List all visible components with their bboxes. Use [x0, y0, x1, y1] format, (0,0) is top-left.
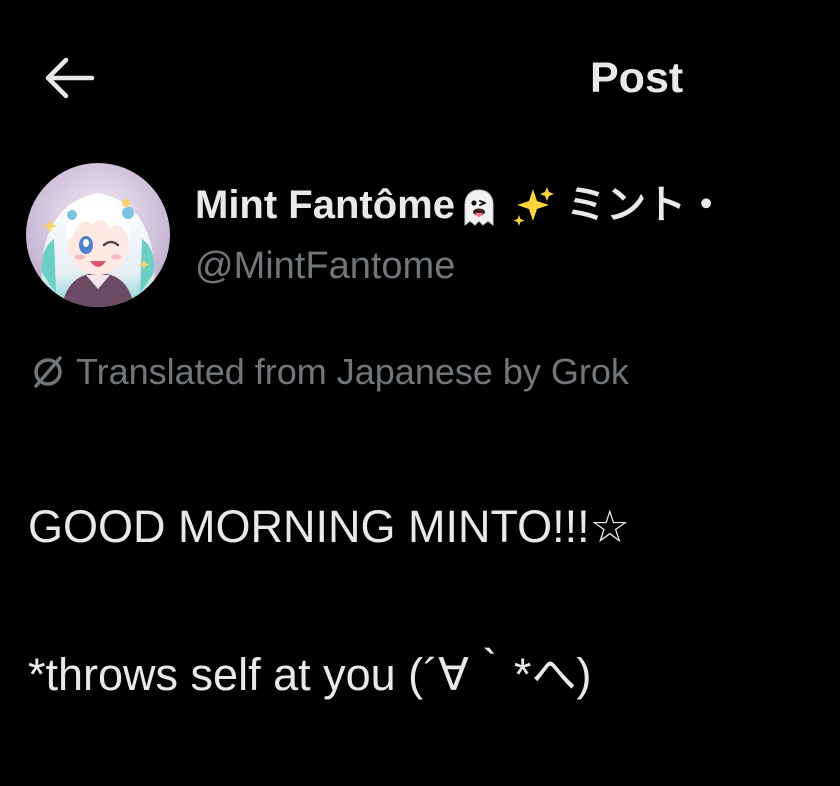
ghost-tongue-emoji-icon — [457, 187, 501, 227]
page-title: Post — [590, 54, 684, 102]
translation-label: Translated from Japanese by Grok — [76, 351, 629, 392]
post-text-line-1: GOOD MORNING MINTO!!!☆ — [28, 501, 631, 552]
avatar[interactable] — [26, 163, 170, 307]
post-text: GOOD MORNING MINTO!!!☆ *throws self at y… — [28, 416, 838, 786]
avatar-illustration — [26, 163, 170, 307]
author-handle[interactable]: @MintFantome — [195, 242, 455, 290]
translation-notice[interactable]: Translated from Japanese by Grok — [30, 350, 629, 394]
arrow-left-icon — [45, 57, 95, 99]
sparkles-emoji-icon — [511, 185, 555, 229]
back-button[interactable] — [40, 50, 104, 106]
author-display-name[interactable]: Mint Fantôme ミント・ — [195, 180, 726, 230]
display-name-suffix: ミント・ — [566, 183, 727, 227]
translate-slash-icon — [34, 356, 62, 388]
post-text-line-2: *throws self at you (´∀｀*へ) — [28, 649, 592, 700]
display-name-text: Mint Fantôme — [195, 183, 455, 227]
